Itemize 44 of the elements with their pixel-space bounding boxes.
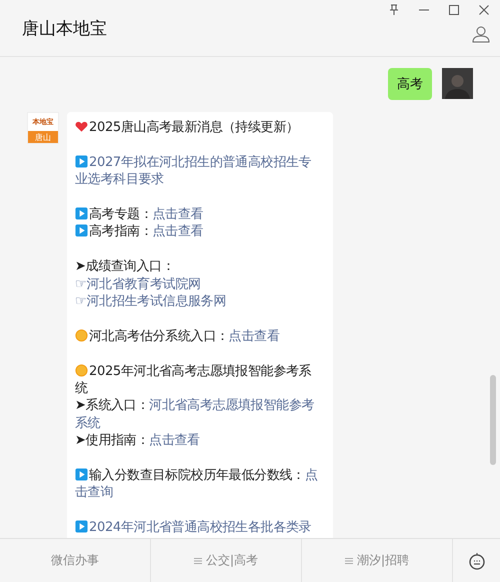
window-title: 唐山本地宝 <box>22 18 107 40</box>
close-icon[interactable] <box>478 4 490 16</box>
message-link[interactable]: 河北省高考志愿填报智能参考 <box>149 398 314 414</box>
message-link[interactable]: ☞河北省教育考试院网 <box>75 276 201 292</box>
play-icon <box>75 520 88 534</box>
message-link[interactable]: 系统 <box>75 416 100 431</box>
emoji-icon <box>468 552 486 570</box>
play-icon <box>75 154 88 168</box>
message-link[interactable]: ☞河北招生考试信息服务网 <box>75 294 226 310</box>
message-text: ➤成绩查询入口： <box>75 259 174 274</box>
message-link[interactable]: 点击查看 <box>152 224 204 240</box>
menu-button[interactable]: 公交|高考 <box>151 539 302 582</box>
user-message: 高考 <box>388 68 432 100</box>
message-text: 2025年河北省高考志愿填报智能参考系 <box>89 364 312 379</box>
avatar-city-text: 唐山 <box>28 131 58 143</box>
message-text: 输入分数查目标院校历年最低分数线： <box>89 468 305 484</box>
message-link[interactable]: 2024年河北省普通高校招生各批各类录 <box>89 520 312 536</box>
message-text: 统 <box>75 381 88 396</box>
message-link[interactable]: 点击查看 <box>228 328 280 344</box>
message-text: 高考指南： <box>89 224 153 240</box>
play-icon <box>75 224 88 238</box>
message-link[interactable]: 2027年拟在河北招生的普通高校招生专 <box>89 154 312 170</box>
person-icon[interactable] <box>472 25 490 43</box>
sun-icon <box>75 364 88 377</box>
play-icon <box>75 207 88 220</box>
message-link[interactable]: 业选考科目要求 <box>75 172 164 188</box>
avatar-icon <box>442 68 473 99</box>
menu-button[interactable]: 潮汐|招聘 <box>302 539 453 582</box>
message-text: 2025唐山高考最新消息（持续更新） <box>89 120 299 135</box>
pin-icon[interactable] <box>388 4 400 16</box>
heart-icon <box>75 120 88 133</box>
message-text: ➤使用指南： <box>75 433 150 448</box>
message-link[interactable]: 点击查看 <box>149 433 200 448</box>
scrollbar-thumb[interactable] <box>490 375 496 465</box>
maximize-icon[interactable] <box>448 4 460 16</box>
menu-button[interactable]: 微信办事 <box>0 539 151 582</box>
play-icon <box>75 468 88 482</box>
message-text: ➤系统入口： <box>75 398 150 414</box>
message-text: 高考专题： <box>89 207 153 222</box>
message-link[interactable]: 击查询 <box>75 485 114 500</box>
message-link[interactable]: 点 <box>304 468 318 484</box>
message-link[interactable]: 点击查看 <box>152 207 204 222</box>
sun-icon <box>75 328 88 342</box>
message-text: 河北高考估分系统入口： <box>89 328 229 344</box>
